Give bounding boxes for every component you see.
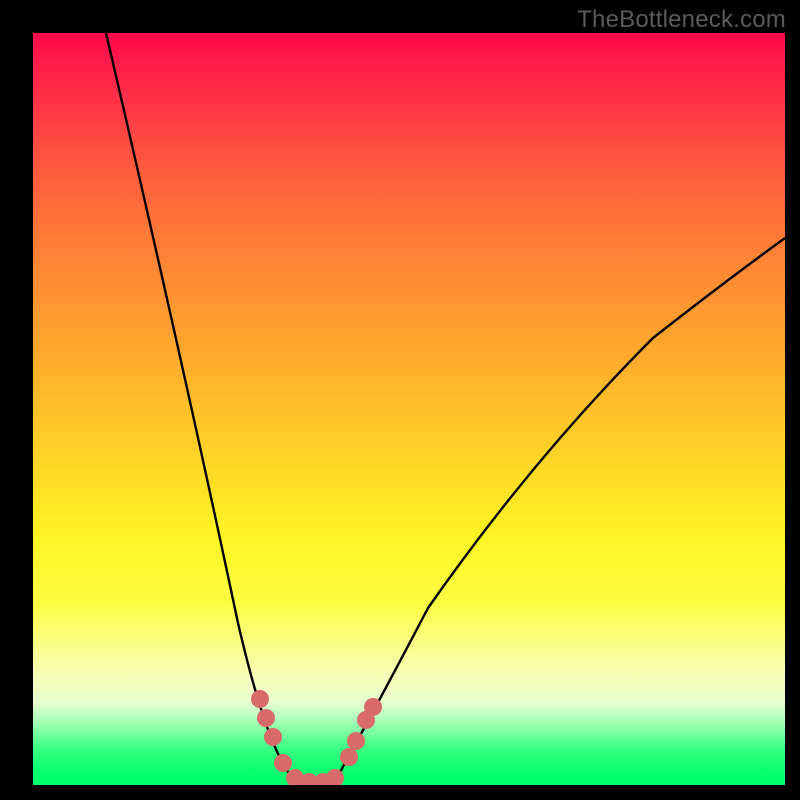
curve-right-branch	[335, 238, 785, 781]
plot-area	[33, 33, 785, 785]
curve-left-branch	[106, 33, 295, 781]
marker-dot	[347, 732, 365, 750]
marker-dot	[257, 709, 275, 727]
marker-dot	[251, 690, 269, 708]
marker-dot	[274, 754, 292, 772]
marker-dot	[264, 728, 282, 746]
outer-frame: TheBottleneck.com	[0, 0, 800, 800]
marker-dot	[364, 698, 382, 716]
curve-layer	[33, 33, 785, 785]
salmon-dots-group	[251, 690, 382, 785]
marker-dot	[340, 748, 358, 766]
watermark-text: TheBottleneck.com	[577, 6, 786, 34]
